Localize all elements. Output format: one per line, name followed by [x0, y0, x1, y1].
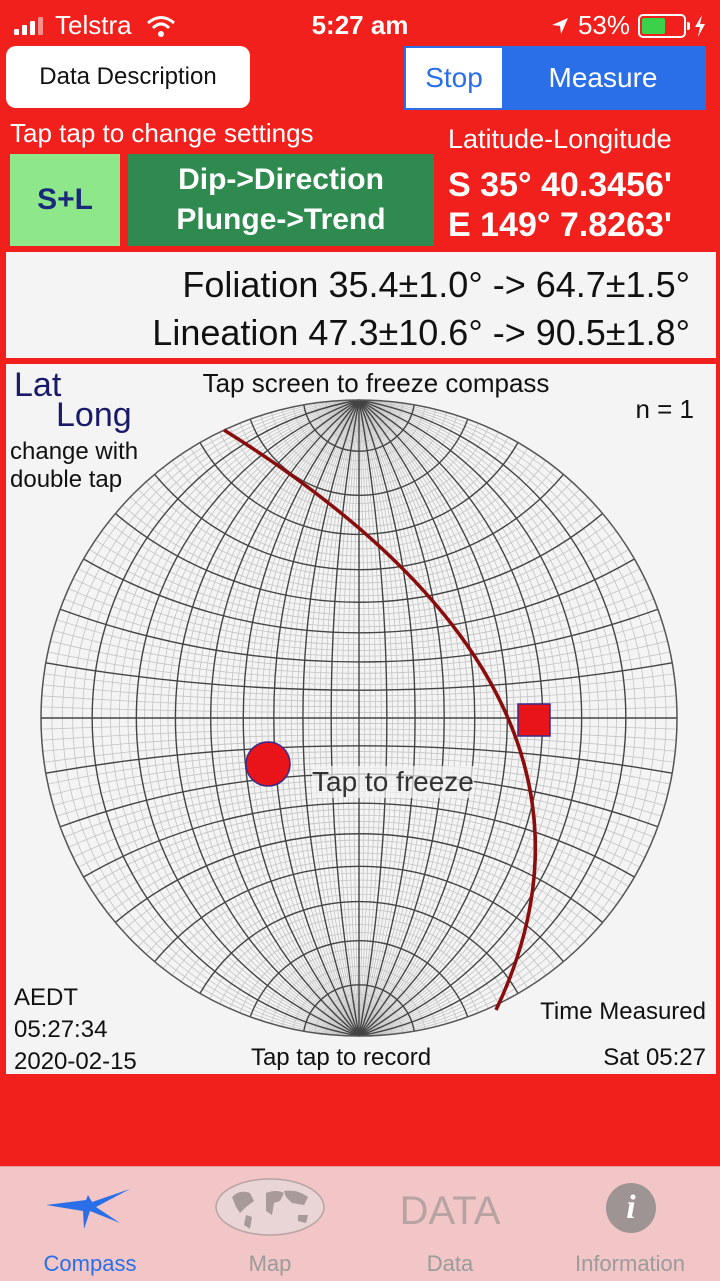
foliation-result: Foliation 35.4±1.0° -> 64.7±1.5° [182, 264, 690, 305]
longitude-value: E 149° 7.8263' [448, 206, 672, 244]
status-bar: Telstra 5:27 am 53% [0, 0, 720, 46]
tab-bar: Compass Map DATA Data i Information [0, 1166, 720, 1281]
info-icon: i [606, 1183, 656, 1233]
battery-percent: 53% [577, 10, 630, 40]
settings-hint: Tap tap to change settings [10, 118, 314, 148]
battery-icon [638, 13, 690, 38]
dip-direction-button[interactable]: Dip->Direction Plunge->Trend [128, 154, 434, 246]
tab-data[interactable]: DATA Data [360, 1167, 540, 1281]
freeze-compass-hint: Tap screen to freeze compass [202, 368, 550, 398]
tab-information-label: Information [574, 1251, 686, 1276]
charging-bolt-icon [695, 14, 705, 37]
tap-to-freeze-hint: Tap to freeze [312, 766, 474, 798]
plunge-trend-label: Plunge->Trend [176, 203, 386, 236]
location-arrow-icon [551, 17, 568, 34]
tab-map[interactable]: Map [180, 1167, 360, 1281]
dip-direction-label: Dip->Direction [178, 163, 384, 196]
stereonet-panel[interactable]: Lat Long change with double tap Tap scre… [6, 364, 716, 1074]
time-measured-label: Time Measured [540, 998, 706, 1025]
data-text-icon: DATA [399, 1189, 501, 1233]
latitude-value: S 35° 40.3456' [448, 166, 672, 204]
tab-data-label: Data [426, 1251, 474, 1276]
stop-measure-segmented-control[interactable]: Stop Measure [404, 46, 706, 110]
lat-long-label: Latitude-Longitude [448, 124, 672, 154]
tab-compass[interactable]: Compass [0, 1167, 180, 1281]
measurement-count: n = 1 [635, 394, 694, 424]
current-time: 05:27:34 [14, 1016, 108, 1043]
timezone: AEDT [14, 984, 79, 1011]
record-hint: Tap tap to record [250, 1044, 432, 1071]
compass-star-icon [46, 1189, 130, 1229]
long-mode-label[interactable]: Long [56, 396, 132, 435]
measured-time-value: Sat 05:27 [603, 1044, 706, 1071]
lineation-result: Lineation 47.3±10.6° -> 90.5±1.8° [152, 312, 690, 353]
tab-compass-label: Compass [43, 1251, 137, 1276]
tab-information[interactable]: i Information [540, 1167, 720, 1281]
stop-segment[interactable]: Stop [406, 48, 502, 108]
sl-mode-button[interactable]: S+L [10, 154, 120, 246]
foliation-pole-marker [517, 703, 551, 737]
change-hint: change with double tap [10, 438, 139, 493]
measure-segment[interactable]: Measure [502, 48, 704, 108]
data-description-button[interactable]: Data Description [6, 46, 250, 108]
world-map-icon [215, 1178, 325, 1236]
status-right: 53% [550, 10, 706, 41]
lineation-point-marker [245, 741, 291, 787]
tab-map-label: Map [248, 1251, 292, 1276]
